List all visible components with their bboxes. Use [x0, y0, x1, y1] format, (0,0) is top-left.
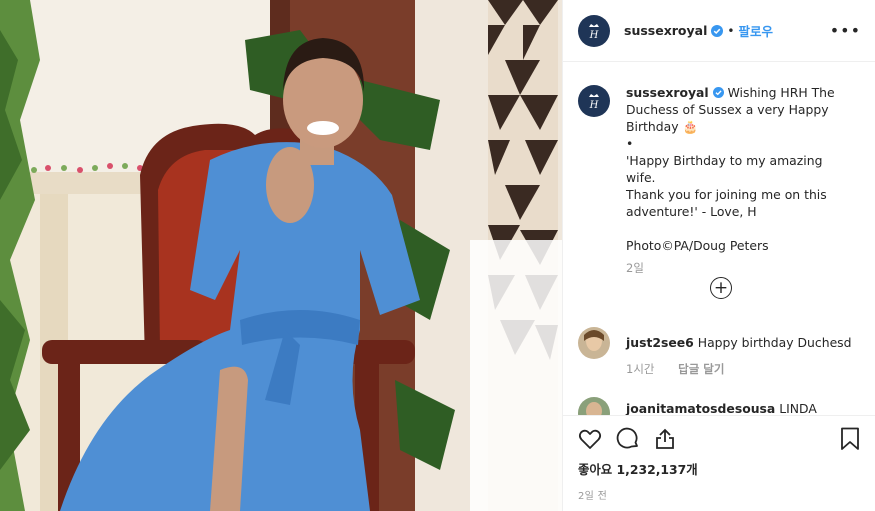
comment-meta: 1시간 답글 달기 — [626, 361, 724, 377]
comment-time[interactable]: 1시간 — [626, 362, 654, 376]
caption-line-2: Duchess of Sussex a very Happy — [626, 102, 829, 117]
post-header: H sussexroyal • 팔로우 ••• — [563, 0, 875, 62]
caption-avatar[interactable]: H — [578, 85, 610, 117]
comment-item: joanitamatosdesousa LINDA — [578, 397, 817, 415]
header-separator: • — [727, 23, 735, 38]
likes-count[interactable]: 좋아요 1,232,137개 — [578, 460, 860, 478]
post-side-panel: H sussexroyal • 팔로우 ••• H sussexroyal Wi… — [562, 0, 875, 511]
bookmark-save-icon[interactable] — [840, 427, 860, 451]
royal-monogram-icon: H — [589, 94, 599, 111]
post-date[interactable]: 2일 전 — [578, 487, 860, 502]
load-more-comments-button[interactable]: + — [710, 277, 732, 299]
avatar[interactable]: H — [578, 14, 610, 47]
comment-username[interactable]: just2see6 — [626, 335, 694, 350]
caption-line-3: Birthday 🎂 — [626, 119, 698, 134]
commenter-avatar[interactable] — [578, 397, 610, 415]
plus-icon: + — [713, 277, 729, 298]
comment-body: LINDA — [779, 401, 817, 415]
post-actions: 좋아요 1,232,137개 2일 전 — [563, 415, 875, 511]
verified-badge-icon — [711, 24, 724, 37]
caption-line-6: adventure!' - Love, H — [626, 204, 757, 219]
follow-button[interactable]: 팔로우 — [738, 21, 773, 40]
action-icons-row — [578, 416, 860, 462]
caption-line-4: 'Happy Birthday to my amazing wife. — [626, 153, 823, 185]
more-options-icon[interactable]: ••• — [830, 22, 861, 39]
user-avatar-icon — [578, 397, 610, 415]
royal-monogram-icon: H — [589, 23, 599, 41]
svg-text:H: H — [589, 100, 599, 111]
comments-area[interactable]: H sussexroyal Wishing HRH The Duchess of… — [563, 63, 875, 415]
caption: H sussexroyal Wishing HRH The Duchess of… — [563, 63, 875, 277]
caption-first-line: sussexroyal Wishing HRH The — [626, 84, 852, 101]
likes-number: 1,232,137개 — [616, 462, 698, 477]
header-username[interactable]: sussexroyal — [624, 23, 707, 38]
caption-line-5: Thank you for joining me on this — [626, 187, 827, 202]
share-icon[interactable] — [654, 428, 676, 450]
caption-line-1: Wishing HRH The — [727, 85, 835, 100]
user-avatar-icon — [578, 327, 610, 359]
comment-body: Happy birthday Duchesd — [697, 335, 852, 350]
likes-label: 좋아요 — [578, 462, 613, 477]
comment-text: joanitamatosdesousa LINDA — [626, 400, 817, 415]
comment-item: just2see6 Happy birthday Duchesd — [578, 327, 852, 359]
commenter-avatar[interactable] — [578, 327, 610, 359]
comment-username[interactable]: joanitamatosdesousa — [626, 401, 775, 415]
reply-button[interactable]: 답글 달기 — [678, 362, 724, 376]
caption-body: sussexroyal Wishing HRH The Duchess of S… — [626, 84, 852, 277]
verified-badge-icon — [712, 87, 724, 98]
svg-text:H: H — [589, 30, 599, 41]
caption-time[interactable]: 2일 — [626, 260, 852, 277]
post-photo-illustration — [0, 0, 562, 511]
like-heart-icon[interactable] — [578, 428, 602, 450]
caption-bullet: • — [626, 136, 634, 151]
comment-bubble-icon[interactable] — [616, 427, 640, 451]
comment-text: just2see6 Happy birthday Duchesd — [626, 334, 852, 351]
post-photo[interactable] — [0, 0, 562, 511]
caption-username[interactable]: sussexroyal — [626, 85, 709, 100]
caption-credit: Photo©PA/Doug Peters — [626, 238, 769, 253]
